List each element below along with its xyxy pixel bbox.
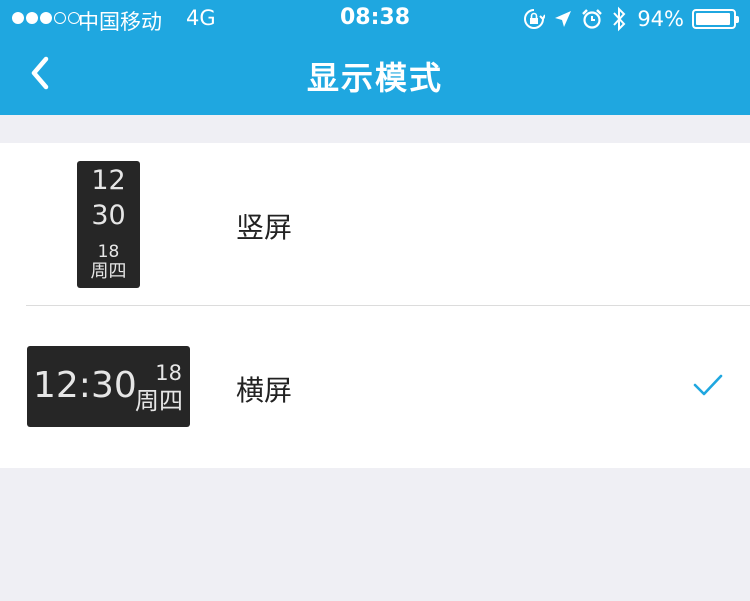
battery-percent: 94% [637,7,684,31]
preview-date: 18 [155,361,182,385]
preview-minute: 30 [91,200,126,231]
preview-weekday: 周四 [90,261,127,282]
alarm-icon [582,9,603,29]
battery-icon [692,9,739,29]
preview-hour: 12 [91,165,126,196]
mode-option-landscape[interactable]: 12:30 18 周四 横屏 [0,306,750,468]
status-bar: 中国移动 4G 08:38 94% [0,0,750,38]
status-icons: 94% [523,4,739,34]
battery-level-fill [696,13,730,25]
bluetooth-icon [613,6,626,32]
top-bar: 中国移动 4G 08:38 94% 显示模式 [0,0,750,115]
page-title: 显示模式 [306,59,443,97]
checkmark-icon [693,374,723,396]
display-mode-list: 12 30 18 周四 竖屏 12:30 18 周四 横屏 [0,143,750,468]
landscape-preview-image: 12:30 18 周四 [27,346,190,427]
preview-weekday: 周四 [135,387,183,415]
preview-date: 18 [97,242,120,262]
portrait-preview-image: 12 30 18 周四 [77,161,140,288]
preview-time: 12:30 [33,365,137,406]
location-icon [555,11,572,27]
mode-label: 竖屏 [236,211,293,244]
mode-option-portrait[interactable]: 12 30 18 周四 竖屏 [0,143,750,306]
mode-label: 横屏 [236,374,293,407]
rotation-lock-icon [524,9,546,29]
